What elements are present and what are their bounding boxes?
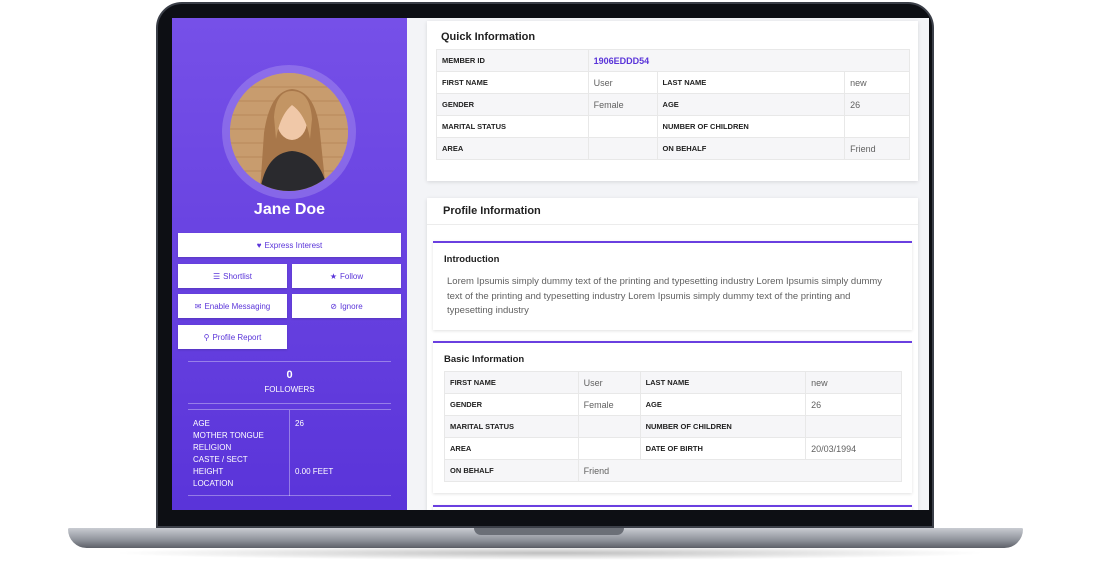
basic-date-of-birth-label: DATE OF BIRTH: [639, 437, 807, 460]
basic-area-label: AREA: [444, 437, 579, 460]
profile-information-card: Profile Information Introduction Lorem I…: [427, 198, 918, 510]
basic-last-name-value: new: [805, 371, 902, 394]
basic-last-name-label: LAST NAME: [639, 371, 807, 394]
number-of-children-label: NUMBER OF CHILDREN: [656, 115, 846, 138]
table-row: FIRST NAME User LAST NAME new: [436, 71, 910, 94]
fact-label-height: HEIGHT: [193, 467, 224, 476]
next-section: [433, 505, 912, 510]
table-row: ON BEHALF Friend: [444, 459, 903, 482]
express-interest-label: Express Interest: [264, 240, 323, 250]
enable-messaging-label: Enable Messaging: [204, 301, 271, 311]
last-name-value: new: [844, 71, 910, 94]
age-value: 26: [844, 93, 910, 116]
table-row: AREA DATE OF BIRTH 20/03/1994: [444, 437, 902, 460]
basic-date-of-birth-value: 20/03/1994: [805, 437, 902, 460]
avatar: [230, 73, 348, 191]
basic-information-title: Basic Information: [444, 354, 525, 365]
fact-value-height: 0.00 FEET: [295, 467, 334, 476]
profile-name: Jane Doe: [253, 201, 326, 218]
table-row: MARITAL STATUS NUMBER OF CHILDREN: [436, 115, 910, 138]
profile-information-divider: [427, 224, 918, 225]
shortlist-label: Shortlist: [223, 271, 253, 281]
basic-on-behalf-label: ON BEHALF: [444, 459, 579, 482]
basic-information-section: Basic Information FIRST NAME User LAST N…: [433, 341, 912, 493]
quick-information-card: Quick Information MEMBER ID 1906EDDD54 F…: [427, 21, 918, 181]
laptop-shadow: [110, 546, 990, 560]
follow-label: Follow: [340, 271, 364, 281]
shortlist-button[interactable]: ☰ Shortlist: [178, 264, 287, 288]
ban-icon: ⊘: [330, 301, 337, 311]
star-icon: ★: [329, 271, 338, 281]
followers-count: 0: [286, 369, 293, 381]
express-interest-button[interactable]: ♥ Express Interest: [178, 233, 401, 257]
facts-column-divider: [289, 410, 290, 496]
follow-button[interactable]: ★ Follow: [292, 264, 401, 288]
screen: Jane Doe ♥ Express Interest ☰ Shortlist …: [172, 18, 929, 510]
basic-marital-status-label: MARITAL STATUS: [444, 415, 579, 438]
profile-information-title: Profile Information: [443, 205, 541, 217]
fact-label-location: LOCATION: [193, 479, 234, 488]
heart-icon: ♥: [256, 240, 262, 250]
table-row: GENDER Female AGE 26: [436, 93, 910, 116]
fact-label-age: AGE: [193, 419, 210, 428]
chat-icon: ✉: [194, 301, 202, 311]
introduction-text: Lorem Ipsumis simply dummy text of the p…: [447, 276, 883, 316]
basic-first-name-value: User: [577, 371, 641, 394]
table-row: GENDER Female AGE 26: [444, 393, 902, 416]
member-id-label: MEMBER ID: [436, 49, 589, 72]
basic-age-label: AGE: [639, 393, 807, 416]
fact-label-mother-tongue: MOTHER TONGUE: [193, 431, 264, 440]
followers-divider-bottom: [188, 403, 391, 404]
profile-facts: AGE 26 MOTHER TONGUE RELIGION CASTE / SE…: [188, 409, 391, 496]
fact-value-age: 26: [295, 419, 304, 428]
enable-messaging-button[interactable]: ✉ Enable Messaging: [178, 294, 287, 318]
first-name-value: User: [587, 71, 658, 94]
profile-report-label: Profile Report: [212, 332, 262, 342]
table-row: MEMBER ID 1906EDDD54: [436, 49, 911, 72]
basic-age-value: 26: [805, 393, 902, 416]
number-of-children-value: [844, 115, 910, 138]
basic-number-of-children-value: [805, 415, 902, 438]
on-behalf-value: Friend: [844, 137, 910, 160]
basic-area-value: [577, 437, 641, 460]
basic-first-name-label: FIRST NAME: [444, 371, 579, 394]
avatar-photo: [230, 73, 348, 191]
member-id-value: 1906EDDD54: [587, 49, 911, 72]
last-name-label: LAST NAME: [656, 71, 846, 94]
basic-number-of-children-label: NUMBER OF CHILDREN: [639, 415, 807, 438]
basic-gender-value: Female: [577, 393, 641, 416]
followers-divider-top: [188, 361, 391, 362]
ribbon-icon: ⚲: [203, 332, 210, 342]
fact-label-caste: CASTE / SECT: [193, 455, 248, 464]
area-label: AREA: [436, 137, 589, 160]
basic-on-behalf-value: Friend: [577, 459, 903, 482]
gender-label: GENDER: [436, 93, 589, 116]
marital-status-label: MARITAL STATUS: [436, 115, 589, 138]
basic-information-table: FIRST NAME User LAST NAME new GENDER Fem…: [444, 371, 903, 482]
quick-information-table: MEMBER ID 1906EDDD54 FIRST NAME User LAS…: [436, 49, 911, 160]
profile-panel: Jane Doe ♥ Express Interest ☰ Shortlist …: [172, 18, 407, 510]
on-behalf-label: ON BEHALF: [656, 137, 846, 160]
gender-value: Female: [587, 93, 658, 116]
table-row: AREA ON BEHALF Friend: [436, 137, 910, 160]
list-icon: ☰: [212, 271, 221, 281]
age-label: AGE: [656, 93, 846, 116]
quick-information-title: Quick Information: [441, 31, 536, 43]
ignore-button[interactable]: ⊘ Ignore: [292, 294, 401, 318]
followers-label: FOLLOWERS: [264, 385, 315, 394]
introduction-section: Introduction Lorem Ipsumis simply dummy …: [433, 241, 912, 330]
first-name-label: FIRST NAME: [436, 71, 589, 94]
basic-gender-label: GENDER: [444, 393, 579, 416]
introduction-title: Introduction: [444, 254, 500, 265]
ignore-label: Ignore: [340, 301, 363, 311]
laptop-notch: [474, 528, 624, 535]
profile-report-button[interactable]: ⚲ Profile Report: [178, 325, 287, 349]
area-value: [587, 137, 658, 160]
table-row: MARITAL STATUS NUMBER OF CHILDREN: [444, 415, 902, 438]
fact-label-religion: RELIGION: [193, 443, 232, 452]
marital-status-value: [587, 115, 658, 138]
table-row: FIRST NAME User LAST NAME new: [444, 371, 902, 394]
basic-marital-status-value: [577, 415, 641, 438]
